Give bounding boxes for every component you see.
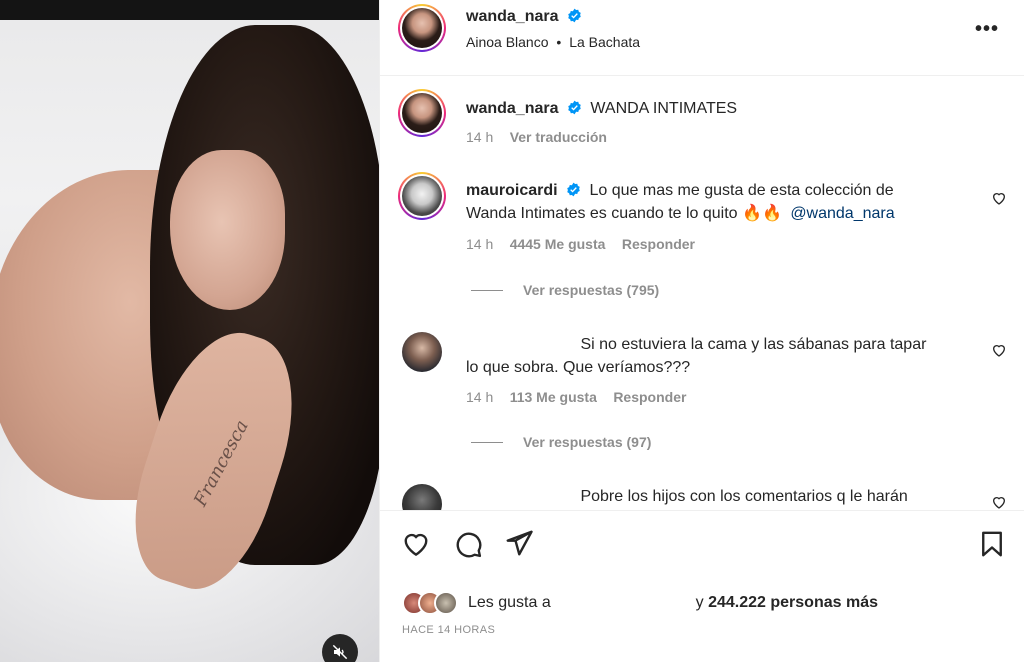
comment-text-line2: Wanda Intimates es cuando te lo quito 🔥🔥 bbox=[466, 205, 782, 222]
translate-link[interactable]: Ver traducción bbox=[510, 129, 607, 145]
mute-button[interactable] bbox=[322, 634, 358, 662]
comment-likes[interactable]: 113 Me gusta bbox=[510, 389, 597, 405]
share-paper-plane-icon[interactable] bbox=[504, 528, 534, 558]
comment-username[interactable]: mauroicardi bbox=[466, 182, 558, 199]
comment-time[interactable]: 14 h bbox=[466, 236, 493, 252]
comment-bubble-icon[interactable] bbox=[453, 529, 483, 559]
media-figure-face bbox=[170, 150, 285, 310]
audio-separator: • bbox=[556, 34, 562, 50]
view-replies-button[interactable]: Ver respuestas (97) bbox=[471, 434, 651, 450]
header-username[interactable]: wanda_nara bbox=[466, 8, 558, 25]
likes-prefix: Les gusta a bbox=[468, 594, 551, 611]
liker-avatar bbox=[434, 591, 458, 615]
likes-count[interactable]: 244.222 personas más bbox=[708, 594, 878, 611]
comment-text-line2: lo que sobra. Que veríamos??? bbox=[466, 359, 691, 376]
comment-likes[interactable]: 4445 Me gusta bbox=[510, 236, 606, 252]
comment-item: Pobre los hijos con los comentarios q le… bbox=[380, 482, 1024, 510]
like-heart-icon[interactable] bbox=[401, 529, 431, 559]
reply-button[interactable]: Responder bbox=[613, 389, 686, 405]
post-header: wanda_nara Ainoa Blanco • La Bachata ••• bbox=[380, 0, 1024, 76]
comment-text: Lo que mas me gusta de esta colección de bbox=[589, 182, 894, 199]
comment-avatar[interactable] bbox=[402, 484, 442, 510]
likes-suffix: y bbox=[695, 594, 704, 611]
replies-divider bbox=[471, 289, 503, 291]
like-comment-heart-icon[interactable] bbox=[991, 190, 1007, 206]
post-actions: Les gusta a y 244.222 personas más HACE … bbox=[380, 510, 1024, 662]
like-comment-heart-icon[interactable] bbox=[991, 342, 1007, 358]
caption-time[interactable]: 14 h bbox=[466, 129, 493, 145]
speaker-muted-icon bbox=[332, 644, 348, 660]
verified-badge-icon bbox=[568, 100, 581, 115]
audio-info[interactable]: Ainoa Blanco • La Bachata bbox=[466, 34, 640, 50]
comment-mention[interactable]: @wanda_nara bbox=[790, 205, 894, 222]
comment-avatar[interactable] bbox=[402, 332, 442, 372]
media-top-edge bbox=[0, 0, 379, 20]
view-replies-label[interactable]: Ver respuestas (795) bbox=[523, 282, 659, 298]
more-options-icon[interactable]: ••• bbox=[975, 18, 999, 41]
comment-avatar[interactable] bbox=[398, 172, 446, 220]
comment-text: Pobre los hijos con los comentarios q le… bbox=[580, 488, 908, 505]
likes-summary[interactable]: Les gusta a y 244.222 personas más bbox=[402, 591, 878, 615]
post-timestamp[interactable]: HACE 14 HORAS bbox=[402, 624, 495, 636]
caption: wanda_nara WANDA INTIMATES 14 h Ver trad… bbox=[380, 89, 1024, 159]
verified-badge-icon bbox=[567, 182, 580, 197]
post-details-panel: wanda_nara Ainoa Blanco • La Bachata •••… bbox=[379, 0, 1024, 662]
audio-title[interactable]: La Bachata bbox=[569, 34, 640, 50]
like-comment-heart-icon[interactable] bbox=[991, 494, 1007, 510]
caption-text: WANDA INTIMATES bbox=[590, 100, 738, 117]
caption-username[interactable]: wanda_nara bbox=[466, 100, 558, 117]
comment-time[interactable]: 14 h bbox=[466, 389, 493, 405]
comment-item: Si no estuviera la cama y las sábanas pa… bbox=[380, 330, 1024, 420]
verified-badge-icon bbox=[568, 8, 581, 23]
reply-button[interactable]: Responder bbox=[622, 236, 695, 252]
post-media[interactable]: Francesca bbox=[0, 0, 379, 662]
save-bookmark-icon[interactable] bbox=[977, 529, 1007, 559]
audio-artist[interactable]: Ainoa Blanco bbox=[466, 34, 549, 50]
view-replies-label[interactable]: Ver respuestas (97) bbox=[523, 434, 651, 450]
author-avatar[interactable] bbox=[398, 4, 446, 52]
replies-divider bbox=[471, 441, 503, 443]
view-replies-button[interactable]: Ver respuestas (795) bbox=[471, 282, 659, 298]
caption-avatar[interactable] bbox=[398, 89, 446, 137]
comment-item: mauroicardi Lo que mas me gusta de esta … bbox=[380, 172, 1024, 262]
comment-text: Si no estuviera la cama y las sábanas pa… bbox=[580, 336, 927, 353]
